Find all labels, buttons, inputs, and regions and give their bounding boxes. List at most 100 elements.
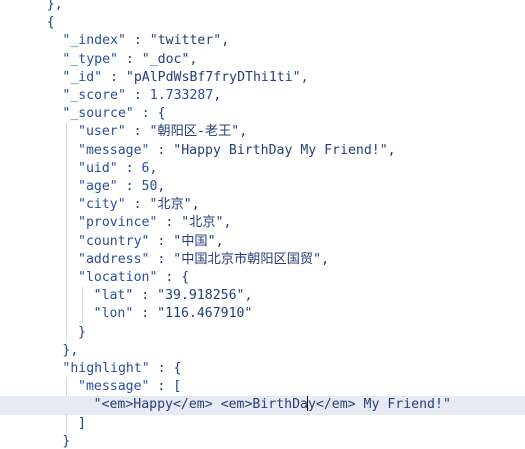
code-editor[interactable]: }, { "_index" : "twitter", "_type" : "_doc"… (0, 0, 525, 449)
code-line-text: "user" : "朝阳区-老王", (78, 123, 247, 141)
code-token-punc: : (102, 69, 126, 85)
code-line-text: "location" : { (78, 269, 189, 287)
code-line-text: "_type" : "_doc", (62, 51, 197, 69)
code-token-punc: : (125, 88, 150, 103)
code-line[interactable]: "lon" : "116.467910" (0, 305, 525, 323)
code-token-str: "_doc" (141, 51, 190, 67)
code-line[interactable]: { (0, 14, 525, 32)
code-token-key: "_type" (62, 51, 118, 67)
code-token-key: "province" (78, 215, 158, 231)
code-token-punc: : { (149, 361, 182, 376)
code-line[interactable]: "_id" : "pAlPdWsBf7fryDThi1ti", (0, 69, 525, 87)
code-token-punc: , (157, 179, 166, 194)
code-token-punc: , (213, 88, 222, 103)
code-token-str: "pAlPdWsBf7fryDThi1ti" (125, 69, 301, 85)
code-line-text: "<em>Happy</em> <em>BirthDay</em> My Fri… (94, 396, 451, 414)
code-token-punc: : (117, 179, 142, 194)
code-token-str: "twitter" (149, 33, 222, 49)
code-line[interactable]: "age" : 50, (0, 178, 525, 196)
code-token-punc: }, (62, 342, 79, 358)
code-token-key: "location" (78, 270, 158, 285)
code-token-key: "uid" (78, 160, 118, 176)
code-line-text: "_score" : 1.733287, (62, 87, 221, 105)
code-line[interactable]: "_score" : 1.733287, (0, 87, 525, 105)
code-line[interactable]: "_type" : "_doc", (0, 51, 525, 69)
code-token-punc: : (157, 215, 182, 231)
code-token-key: "message" (78, 379, 150, 395)
code-token-punc: : { (133, 106, 166, 122)
code-token-key: "message" (78, 142, 150, 158)
code-line-active[interactable]: "<em>Happy</em> <em>BirthDay</em> My Fri… (0, 396, 525, 415)
code-token-punc: , (300, 69, 309, 85)
code-token-punc: , (189, 51, 198, 67)
code-token-num: 50 (141, 179, 158, 194)
code-line[interactable]: ] (0, 415, 525, 433)
code-token-key: "address" (78, 251, 150, 267)
code-token-key: "age" (78, 179, 118, 194)
code-token-key: "country" (78, 233, 150, 249)
code-line[interactable]: "message" : "Happy BirthDay My Friend!", (0, 142, 525, 160)
code-line[interactable]: "user" : "朝阳区-老王", (0, 123, 525, 141)
code-line[interactable]: }, (0, 0, 525, 14)
code-line-text: } (78, 324, 86, 342)
code-token-key: "_score" (62, 88, 126, 103)
code-line[interactable]: "location" : { (0, 269, 525, 287)
code-line[interactable]: } (0, 324, 525, 342)
code-line-text: "message" : "Happy BirthDay My Friend!", (78, 142, 396, 160)
code-line[interactable]: "_source" : { (0, 105, 525, 123)
code-token-punc: } (62, 433, 71, 449)
code-line[interactable]: "uid" : 6, (0, 160, 525, 178)
code-token-punc: , (321, 251, 330, 267)
code-line[interactable]: "_index" : "twitter", (0, 32, 525, 50)
code-line[interactable]: "highlight" : { (0, 360, 525, 378)
code-line-text: "city" : "北京", (78, 196, 200, 214)
code-token-str: "Happy BirthDay My Friend!" (173, 142, 388, 158)
code-token-str: "中国" (173, 233, 216, 249)
code-line-text: ] (78, 415, 86, 433)
code-line-text: "_index" : "twitter", (62, 32, 229, 50)
code-token-punc: } (78, 324, 86, 340)
code-token-punc: , (149, 160, 158, 176)
code-line[interactable]: "city" : "北京", (0, 196, 525, 214)
code-token-key: "_id" (62, 69, 103, 85)
code-token-punc: : (133, 288, 158, 304)
code-token-key: "user" (78, 124, 126, 140)
code-token-str: "116.467910" (157, 306, 253, 322)
code-line-text: "address" : "中国北京市朝阳区国贸", (78, 251, 329, 269)
code-line[interactable]: "country" : "中国", (0, 233, 525, 251)
code-line[interactable]: }, (0, 342, 525, 360)
code-token-punc: , (221, 33, 230, 49)
code-token-punc: , (215, 233, 224, 249)
code-line-text: { (47, 14, 55, 32)
code-token-punc: }, (46, 0, 63, 12)
code-token-punc: : { (157, 270, 190, 285)
code-line[interactable]: "message" : [ (0, 378, 525, 396)
code-token-punc: : (125, 197, 150, 213)
code-token-str: "中国北京市朝阳区国贸" (173, 251, 322, 267)
code-token-punc: : [ (149, 379, 182, 395)
code-line-text: }, (47, 0, 63, 14)
code-token-key: "highlight" (62, 361, 150, 376)
code-token-str: "39.918256" (157, 288, 245, 304)
code-line-text: }, (62, 342, 78, 360)
code-token-punc: ] (78, 415, 86, 431)
code-token-punc: , (239, 124, 248, 140)
code-line-text: "message" : [ (78, 378, 181, 396)
code-line[interactable]: "lat" : "39.918256", (0, 287, 525, 305)
code-token-key: "lat" (93, 288, 134, 304)
code-token-str: "北京" (181, 215, 224, 231)
code-token-str: y</em> My Friend!" (307, 397, 451, 413)
code-line-text: "lat" : "39.918256", (94, 287, 253, 305)
code-token-num: 1.733287 (149, 88, 214, 103)
code-token-punc: , (244, 288, 253, 304)
code-line-text: } (62, 433, 70, 449)
code-line[interactable]: } (0, 433, 525, 449)
code-token-punc: : (149, 251, 174, 267)
code-line[interactable]: "province" : "北京", (0, 214, 525, 232)
code-token-punc: : (117, 160, 142, 176)
code-token-punc: : (133, 306, 158, 322)
code-line-text: "uid" : 6, (78, 160, 157, 178)
code-line[interactable]: "address" : "中国北京市朝阳区国贸", (0, 251, 525, 269)
code-token-punc: : (125, 124, 150, 140)
code-token-str: "朝阳区-老王" (149, 124, 240, 140)
